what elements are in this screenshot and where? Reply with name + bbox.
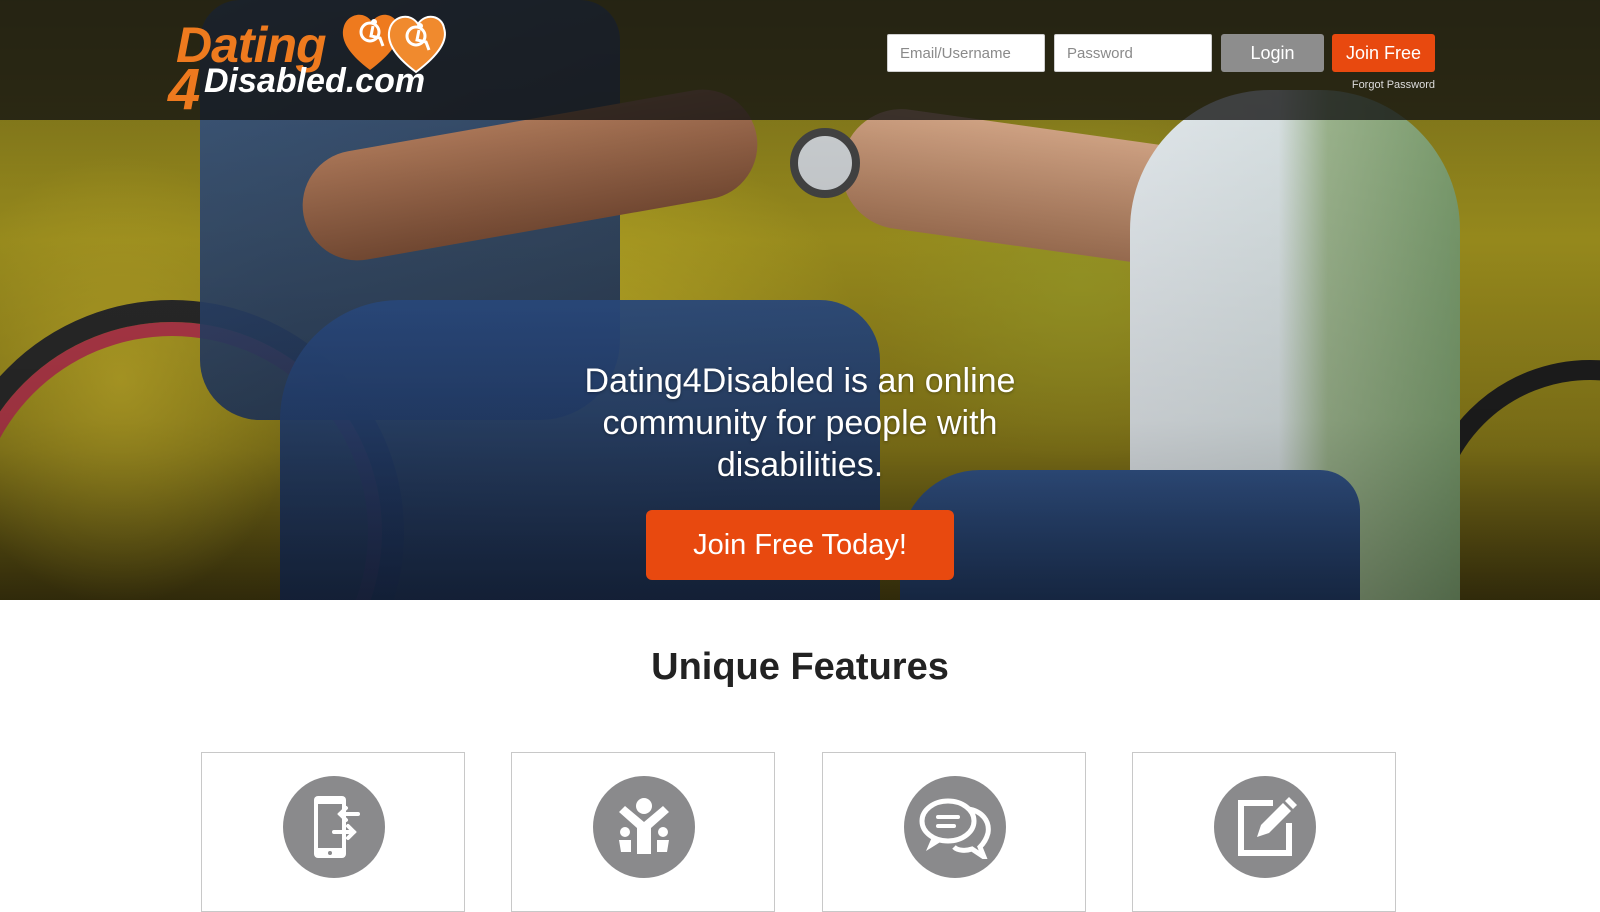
hero-tagline: Dating4Disabled is an online community f…: [584, 362, 1016, 484]
forgot-password-link[interactable]: Forgot Password: [1300, 79, 1435, 91]
join-free-button[interactable]: Join Free: [1332, 34, 1435, 72]
feature-card-community: [511, 752, 775, 912]
join-free-today-button[interactable]: Join Free Today!: [646, 510, 954, 580]
login-button[interactable]: Login: [1221, 34, 1324, 72]
password-input[interactable]: [1054, 34, 1212, 72]
site-logo[interactable]: Dating 4 Disabled.com: [168, 4, 458, 122]
feature-card-edit: [1132, 752, 1396, 912]
logo-hearts-icon: [342, 14, 446, 74]
feature-card-chat: [822, 752, 1086, 912]
email-username-input[interactable]: [887, 34, 1045, 72]
top-navbar: Dating 4 Disabled.com Login Join Free Fo…: [0, 0, 1600, 122]
features-heading: Unique Features: [651, 646, 949, 688]
feature-card-mobile: [201, 752, 465, 912]
community-people-icon: [593, 776, 695, 878]
chat-bubbles-icon: [904, 776, 1006, 878]
logo-text-digit: 4: [168, 57, 201, 122]
edit-profile-icon: [1214, 776, 1316, 878]
mobile-transfer-icon: [283, 776, 385, 878]
